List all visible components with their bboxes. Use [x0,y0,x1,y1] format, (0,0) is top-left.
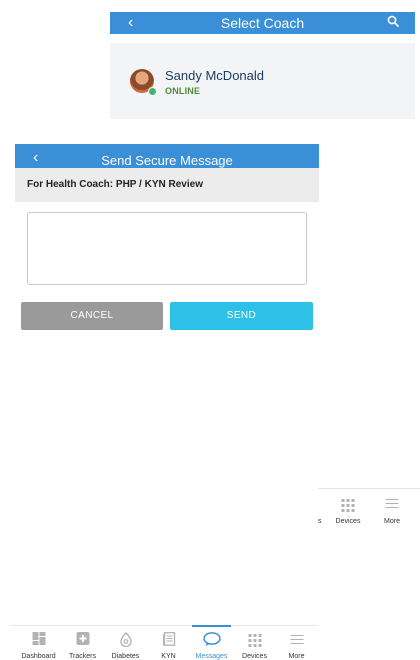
cancel-button[interactable]: CANCEL [21,302,163,330]
trackers-icon [76,632,89,645]
send-message-title: Send Secure Message [101,153,233,168]
kyn-icon [162,632,175,646]
devices-icon [248,634,261,647]
nav-item-label: More [288,653,305,660]
search-icon[interactable] [387,15,399,27]
menu-icon [290,635,303,647]
nav-item-label: Devices [335,518,361,525]
menu-icon [385,499,399,511]
nav-item-more[interactable]: More [275,626,318,660]
online-indicator [148,87,157,96]
message-textarea[interactable] [27,212,307,285]
nav-item-diabetes[interactable]: Diabetes [104,626,147,660]
nav-item-trackers[interactable]: Trackers [61,626,104,660]
nav-item-label: More [384,518,400,525]
bottom-nav: Dashboard Trackers Diabetes KYN Messages… [10,625,318,660]
send-message-header: ‹ Send Secure Message [15,144,319,168]
select-coach-title: Select Coach [220,15,305,31]
devices-icon [341,499,355,512]
diabetes-icon [119,632,132,647]
messages-icon [202,632,221,646]
send-button[interactable]: SEND [170,302,313,330]
nav-item-truncated-label: s [318,518,322,525]
dashboard-icon [32,632,45,645]
nav-item-devices[interactable]: Devices [233,626,276,660]
message-subject-bar: For Health Coach: PHP / KYN Review [15,168,319,202]
nav-item-more[interactable]: More [370,489,414,529]
nav-item-dashboard[interactable]: Dashboard [17,626,60,660]
partial-bottom-nav: s Devices More [318,488,420,529]
message-subject: For Health Coach: PHP / KYN Review [27,179,203,190]
status-badge: ONLINE [165,86,201,96]
nav-item-messages[interactable]: Messages [190,625,233,660]
coach-list-item[interactable]: Sandy McDonald ONLINE [110,43,415,119]
coach-name: Sandy McDonald [165,68,264,83]
select-coach-header: ‹ Select Coach [110,12,415,34]
nav-item-devices[interactable]: Devices [326,489,370,529]
nav-item-kyn[interactable]: KYN [147,626,190,660]
